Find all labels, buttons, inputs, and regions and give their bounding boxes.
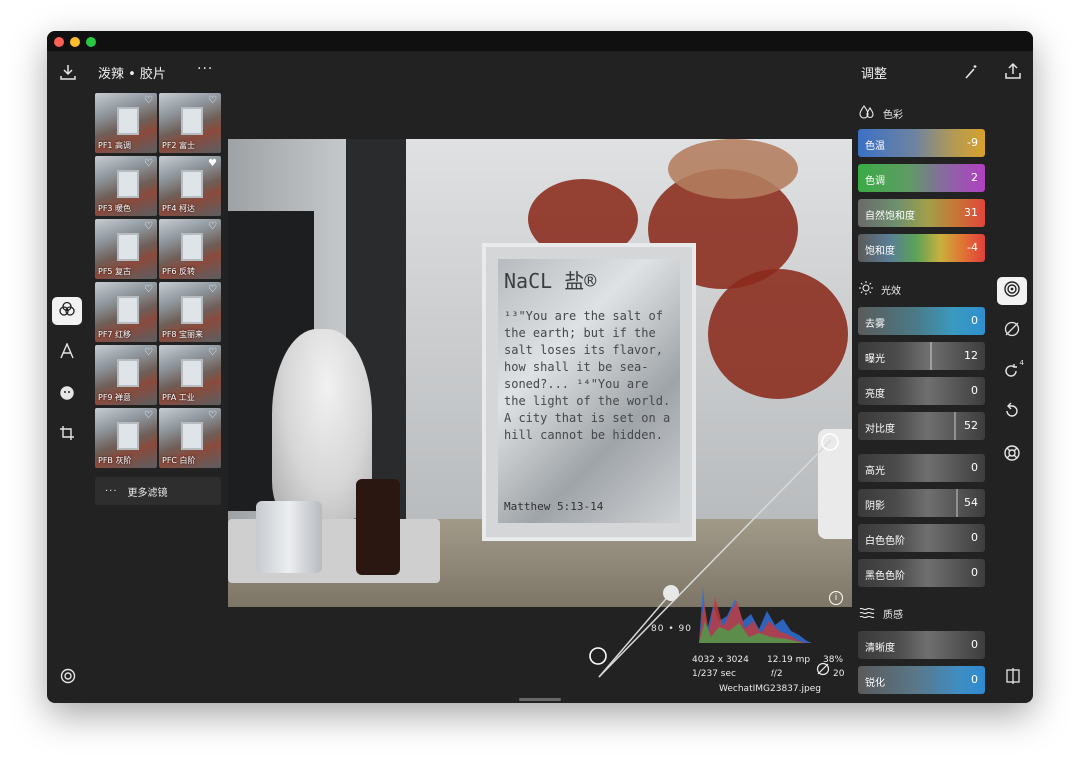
- iso-value: 20: [833, 669, 845, 679]
- slider-tint[interactable]: 色调 2: [858, 164, 985, 192]
- slider-value: 0: [971, 566, 978, 579]
- slider-value: 0: [971, 314, 978, 327]
- aperture: 𝑓/2: [771, 669, 783, 679]
- section-texture[interactable]: 质感: [859, 606, 903, 621]
- slider-value: 0: [971, 531, 978, 544]
- slider-label: 亮度: [865, 389, 885, 400]
- slider-label: 去雾: [865, 319, 885, 330]
- slider-marker: [930, 342, 932, 370]
- slider-exposure[interactable]: 曝光 12: [858, 342, 985, 370]
- slider-value: 2: [971, 171, 978, 184]
- bottom-drag-handle[interactable]: [519, 698, 561, 701]
- slider-value: 0: [971, 461, 978, 474]
- slider-label: 对比度: [865, 424, 895, 435]
- curve-black-point-handle[interactable]: [589, 647, 607, 665]
- slider-value: 12: [964, 349, 978, 362]
- compare-split-icon[interactable]: [1002, 665, 1024, 687]
- file-name: WechatIMG23837.jpeg: [719, 684, 821, 694]
- slider-value: 31: [964, 206, 978, 219]
- section-color[interactable]: 色彩: [859, 105, 903, 122]
- slider-shadows[interactable]: 阴影 54: [858, 489, 985, 517]
- slider-sharpen[interactable]: 锐化 0: [858, 666, 985, 694]
- lifebuoy-icon: [1003, 444, 1021, 466]
- tone-curve-shadow-line: [598, 592, 672, 678]
- slider-value: 0: [971, 384, 978, 397]
- image-megapixels: 12.19 mp: [767, 655, 811, 665]
- spiral-icon: [1003, 280, 1021, 302]
- slider-value: -4: [967, 241, 978, 254]
- shutter-speed: 1/237 sec: [692, 669, 736, 679]
- curve-point-readout: 80 • 90: [651, 624, 692, 634]
- slider-brightness[interactable]: 亮度 0: [858, 377, 985, 405]
- hide-overlay-icon[interactable]: [815, 661, 831, 677]
- image-dimensions: 4032 x 3024: [692, 655, 749, 665]
- slider-highlights[interactable]: 高光 0: [858, 454, 985, 482]
- panel-title: 调整: [861, 67, 888, 82]
- section-light[interactable]: 光效: [859, 281, 901, 298]
- section-texture-label: 质感: [883, 610, 903, 621]
- curve-midpoint-handle[interactable]: [663, 585, 679, 601]
- slider-label: 清晰度: [865, 643, 895, 654]
- slider-marker: [956, 489, 958, 517]
- slider-clarity[interactable]: 清晰度 0: [858, 631, 985, 659]
- slider-value: -9: [967, 136, 978, 149]
- rail-lens[interactable]: [997, 441, 1027, 469]
- slider-label: 曝光: [865, 354, 885, 365]
- slider-label: 饱和度: [865, 246, 895, 257]
- slider-label: 色调: [865, 176, 885, 187]
- drops-icon: [859, 105, 875, 122]
- slider-label: 黑色色阶: [865, 571, 905, 582]
- slider-marker: [954, 412, 956, 440]
- slider-label: 阴影: [865, 501, 885, 512]
- slider-temperature[interactable]: 色温 -9: [858, 129, 985, 157]
- section-light-label: 光效: [881, 286, 901, 297]
- slider-label: 高光: [865, 466, 885, 477]
- slider-value: 0: [971, 673, 978, 686]
- sun-icon: [859, 281, 873, 298]
- rail-effects[interactable]: 4: [997, 359, 1027, 387]
- rail-history[interactable]: [997, 399, 1027, 427]
- slider-contrast[interactable]: 对比度 52: [858, 412, 985, 440]
- magic-wand-icon[interactable]: [961, 61, 981, 83]
- rail-adjust[interactable]: [997, 277, 1027, 305]
- slider-value: 54: [964, 496, 978, 509]
- slider-saturation[interactable]: 饱和度 -4: [858, 234, 985, 262]
- undo-icon: [1003, 402, 1021, 424]
- slider-label: 自然饱和度: [865, 211, 915, 222]
- slider-blacks[interactable]: 黑色色阶 0: [858, 559, 985, 587]
- slider-label: 白色色阶: [865, 536, 905, 547]
- slider-label: 锐化: [865, 678, 885, 689]
- slider-value: 52: [964, 419, 978, 432]
- app-window: 泼辣 • 胶片 ··· ♡ PF1 高调 ♡ PF2 富士 ♡ PF3 暖色 ♥…: [47, 31, 1033, 703]
- slider-label: 色温: [865, 141, 885, 152]
- rail-curves[interactable]: [997, 317, 1027, 345]
- slider-dehaze[interactable]: 去雾 0: [858, 307, 985, 335]
- histogram: [699, 587, 812, 643]
- slider-whites[interactable]: 白色色阶 0: [858, 524, 985, 552]
- slider-value: 0: [971, 638, 978, 651]
- curve-slash-icon: [1003, 320, 1021, 342]
- rail-badge: 4: [1019, 359, 1024, 367]
- section-color-label: 色彩: [883, 110, 903, 121]
- waves-icon: [859, 606, 875, 621]
- share-icon[interactable]: [1002, 60, 1024, 82]
- settings-gear-icon[interactable]: [57, 665, 79, 687]
- slider-vibrance[interactable]: 自然饱和度 31: [858, 199, 985, 227]
